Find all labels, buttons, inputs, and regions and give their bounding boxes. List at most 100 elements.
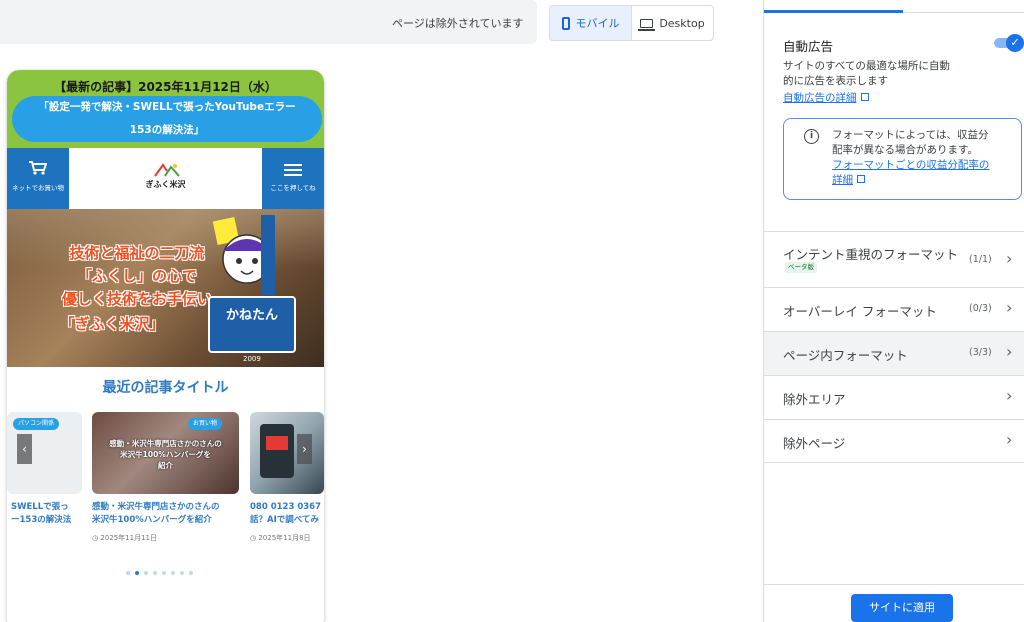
auto-ads-toggle[interactable]: ✓: [994, 34, 1024, 52]
article-title: 080 0123 0367 話？AIで調べてみ: [250, 501, 321, 527]
row-count: (3/3): [969, 347, 992, 358]
beta-badge: ベータ版: [785, 262, 817, 273]
footer-divider: [764, 584, 1024, 585]
active-tab-indicator: [764, 10, 903, 13]
carousel-dot[interactable]: [153, 571, 157, 575]
carousel-dot[interactable]: [126, 571, 130, 575]
article-title-line-2: 米沢牛100%ハンバーグを紹介: [92, 515, 212, 525]
ad-settings-panel: 自動広告 ✓ サイトのすべての最適な場所に自動 的に広告を表示します 自動広告の…: [763, 0, 1024, 622]
article-thumbnail: [250, 412, 324, 494]
article-title-line-1: 感動・米沢牛専門店さかのさんの: [92, 502, 220, 512]
category-tag: パソコン関係: [13, 418, 60, 430]
revenue-share-details-link[interactable]: フォーマットごとの収益分配率の 詳細: [832, 158, 1012, 188]
hamburger-icon: [284, 164, 302, 166]
category-tag: お買い物: [188, 418, 223, 430]
mobile-view-button[interactable]: モバイル: [550, 6, 632, 40]
mascot-name-badge: かねたん: [208, 296, 296, 353]
carousel-dot[interactable]: [135, 571, 139, 575]
article-card[interactable]: 080 0123 0367 話？AIで調べてみ ◷ 2025年11月8日: [250, 412, 324, 548]
revenue-share-info: i フォーマットによっては、収益分 配率が異なる場合があります。 フォーマットご…: [783, 118, 1022, 200]
auto-ads-details-link[interactable]: 自動広告の詳細: [783, 90, 869, 105]
thumbnail-caption-line-2: 米沢牛100%ハンバーグを: [120, 450, 211, 459]
article-card[interactable]: パソコン関係 SWELLで張っ ー153の解決法: [7, 412, 82, 548]
carousel-dot[interactable]: [171, 571, 175, 575]
thumbnail-caption: 感動・米沢牛専門店さかのさんの 米沢牛100%ハンバーグを 紹介: [92, 438, 239, 471]
article-title-line-2: 話？AIで調べてみ: [250, 515, 319, 525]
article-card[interactable]: お買い物 感動・米沢牛専門店さかのさんの 米沢牛100%ハンバーグを 紹介 感動…: [92, 412, 240, 548]
phone-photo-icon: [260, 424, 294, 478]
row-label: 除外エリア: [783, 392, 846, 407]
row-count: (1/1): [969, 254, 992, 265]
auto-ads-title: 自動広告: [783, 39, 834, 54]
row-excluded-pages[interactable]: 除外ページ ›: [764, 419, 1024, 463]
open-in-new-icon: [860, 93, 869, 101]
menu-label: ここを押してね: [270, 184, 316, 192]
open-in-new-icon: [857, 175, 865, 183]
article-title: 感動・米沢牛専門店さかのさんの 米沢牛100%ハンバーグを紹介: [92, 501, 220, 527]
desktop-view-button[interactable]: Desktop: [632, 6, 713, 40]
notice-link-pill[interactable]: 「設定一発で解決・SWELLで張ったYouTubeエラー 153の解決法」: [12, 96, 322, 142]
info-link-line-1: フォーマットごとの収益分配率の: [832, 159, 990, 171]
auto-ads-desc-line-2: 的に広告を表示します: [783, 75, 888, 87]
apply-to-site-button[interactable]: サイトに適用: [851, 594, 953, 622]
chevron-right-icon: ›: [1006, 430, 1013, 449]
logo-mark-icon: [154, 163, 180, 177]
info-link-line-2: 詳細: [832, 174, 853, 186]
row-label: インテント重視のフォーマット: [783, 247, 959, 262]
check-icon: ✓: [1006, 34, 1024, 52]
carousel-dot[interactable]: [180, 571, 184, 575]
article-title: SWELLで張っ ー153の解決法: [11, 501, 71, 527]
info-icon: i: [804, 129, 819, 144]
site-header: ネットでお買い物 ぎふく米沢 ここを押してね: [7, 148, 324, 209]
article-title-line-1: SWELLで張っ: [11, 502, 69, 512]
row-in-page-formats[interactable]: ページ内フォーマット (3/3) ›: [764, 331, 1024, 375]
recent-articles-heading: 最近の記事タイトル: [102, 380, 229, 396]
mobile-view-label: モバイル: [575, 17, 620, 30]
row-label: 除外ページ: [783, 436, 846, 451]
hero-banner: 技術と福祉の二刀流 「ふくし」の心で 優しく技術をお手伝い 「ぎふく米沢」 かね…: [7, 209, 324, 367]
article-date-text: 2025年11月8日: [258, 534, 311, 542]
row-excluded-areas[interactable]: 除外エリア ›: [764, 375, 1024, 419]
article-title-line-1: 080 0123 0367: [250, 502, 321, 512]
row-label: ページ内フォーマット: [783, 348, 908, 363]
article-title-line-2: ー153の解決法: [11, 515, 72, 525]
carousel-prev-button[interactable]: ‹: [17, 434, 32, 464]
info-line-2: 配率が異なる場合があります。: [832, 144, 978, 156]
carousel-dot[interactable]: [189, 571, 193, 575]
site-logo[interactable]: ぎふく米沢: [69, 148, 262, 209]
row-count: (0/3): [969, 303, 992, 314]
shop-label: ネットでお買い物: [12, 184, 64, 192]
device-toggle: モバイル Desktop: [549, 5, 714, 41]
article-date: ◷ 2025年11月8日: [250, 533, 311, 543]
hero-year: 2009: [243, 355, 261, 363]
mobile-site-preview[interactable]: 【最新の記事】2025年11月12日（水） 「設定一発で解決・SWELLで張った…: [7, 70, 324, 622]
chevron-right-icon: ›: [1006, 386, 1013, 405]
row-overlay-formats[interactable]: オーバーレイ フォーマット (0/3) ›: [764, 287, 1024, 331]
article-thumbnail: お買い物 感動・米沢牛専門店さかのさんの 米沢牛100%ハンバーグを 紹介: [92, 412, 239, 494]
chevron-right-icon: ›: [1006, 249, 1013, 268]
notice-line-2: 153の解決法」: [129, 124, 205, 136]
logo-text: ぎふく米沢: [145, 180, 186, 189]
carousel-dot[interactable]: [144, 571, 148, 575]
carousel-dot[interactable]: [162, 571, 166, 575]
auto-ads-description: サイトのすべての最適な場所に自動 的に広告を表示します: [783, 59, 973, 89]
article-date: ◷ 2025年11月11日: [92, 533, 157, 543]
notice-line-1: 「設定一発で解決・SWELLで張ったYouTubeエラー: [38, 101, 296, 113]
hero-line-1: 技術と福祉の二刀流: [69, 244, 205, 262]
desktop-view-label: Desktop: [659, 16, 705, 30]
auto-ads-details-text: 自動広告の詳細: [783, 92, 857, 104]
auto-ads-desc-line-1: サイトのすべての最適な場所に自動: [783, 60, 950, 72]
shop-button[interactable]: ネットでお買い物: [7, 148, 69, 209]
row-intent-formats[interactable]: インテント重視のフォーマット ベータ版 (1/1) ›: [764, 231, 1024, 287]
thumbnail-caption-line-1: 感動・米沢牛専門店さかのさんの: [109, 439, 222, 448]
mascot-name: かねたん: [225, 308, 278, 323]
info-text: フォーマットによっては、収益分 配率が異なる場合があります。: [832, 128, 1007, 158]
menu-button[interactable]: ここを押してね: [262, 148, 324, 209]
laptop-icon: [638, 18, 656, 31]
carousel-next-button[interactable]: ›: [297, 434, 312, 464]
preview-toolbar: ページは除外されています: [0, 0, 537, 44]
carousel-dots: [126, 571, 193, 577]
phone-icon: [561, 16, 570, 30]
notice-title: 【最新の記事】2025年11月12日（水）: [54, 80, 277, 94]
chevron-right-icon: ›: [1006, 342, 1013, 361]
